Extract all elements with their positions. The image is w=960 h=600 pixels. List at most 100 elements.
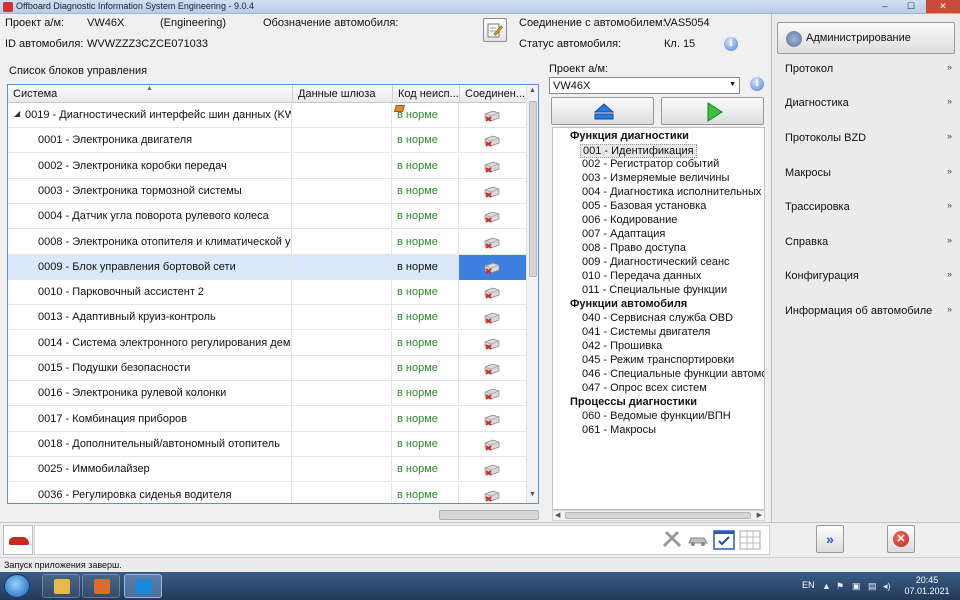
- menu-label: Трассировка: [785, 201, 850, 213]
- administration-button[interactable]: Администрирование: [777, 22, 955, 54]
- tree-item[interactable]: 005 - Базовая установка: [582, 200, 706, 212]
- tools-icon[interactable]: [660, 528, 684, 552]
- scroll-left-icon[interactable]: ◀: [555, 511, 560, 519]
- tree-item[interactable]: 042 - Прошивка: [582, 340, 662, 352]
- tree-item[interactable]: 045 - Режим транспортировки: [582, 354, 734, 366]
- grid-icon[interactable]: [738, 528, 762, 552]
- checklist-icon[interactable]: [712, 528, 736, 552]
- tree-horizontal-scrollbar[interactable]: ◀ ▶: [552, 510, 765, 521]
- taskbar-odis[interactable]: [124, 574, 162, 598]
- taskbar-explorer[interactable]: [42, 574, 80, 598]
- list-scrollbar[interactable]: ▲ ▼: [526, 85, 538, 503]
- tree-item[interactable]: 008 - Право доступа: [582, 242, 686, 254]
- tree-item[interactable]: 047 - Опрос всех систем: [582, 382, 707, 394]
- table-row[interactable]: 0013 - Адаптивный круиз-контроль в норме: [8, 305, 526, 331]
- table-row[interactable]: 0016 - Электроника рулевой колонки в норм…: [8, 381, 526, 407]
- start-button[interactable]: [4, 574, 30, 598]
- clock[interactable]: 20:45 07.01.2021: [900, 575, 954, 597]
- menu-diagnostics[interactable]: Диагностика »: [780, 95, 952, 113]
- tree-item[interactable]: 004 - Диагностика исполнительных ме: [582, 186, 764, 198]
- car-diagnosis-icon[interactable]: [686, 528, 710, 552]
- connection-error-icon: [484, 287, 500, 299]
- table-row[interactable]: 0009 - Блок управления бортовой сети в но…: [8, 254, 526, 280]
- table-row[interactable]: 0002 - Электроника коробки передач в норм…: [8, 153, 526, 179]
- status-bar: Запуск приложения заверш.: [0, 557, 960, 572]
- tray-expand-icon[interactable]: ▲: [822, 581, 831, 591]
- tree-item[interactable]: 010 - Передача данных: [582, 270, 701, 282]
- flag-icon[interactable]: ⚑: [836, 581, 844, 592]
- vehicle-tab[interactable]: [3, 525, 33, 555]
- maximize-button[interactable]: ☐: [898, 0, 924, 13]
- project-select[interactable]: VW46X ▼: [549, 77, 740, 94]
- tree-item[interactable]: 001 - Идентификация: [580, 144, 697, 158]
- fault-code-cell: в норме: [392, 305, 459, 331]
- scroll-down-icon[interactable]: ▼: [529, 491, 536, 498]
- scroll-thumb[interactable]: [529, 101, 537, 277]
- tree-item[interactable]: 006 - Кодирование: [582, 214, 677, 226]
- table-row[interactable]: 0014 - Система электронного регулировани…: [8, 330, 526, 356]
- menu-help[interactable]: Справка »: [780, 234, 952, 252]
- menu-configuration[interactable]: Конфигурация »: [780, 268, 952, 286]
- scroll-thumb[interactable]: [565, 512, 751, 519]
- tree-item[interactable]: 009 - Диагностический сеанс: [582, 256, 730, 268]
- fault-code-cell: в норме: [392, 153, 459, 179]
- gateway-data-cell: [292, 153, 392, 179]
- tree-item[interactable]: 007 - Адаптация: [582, 228, 665, 240]
- menu-vehicle-info[interactable]: Информация об автомобиле »: [780, 303, 952, 321]
- menu-bzd-protocols[interactable]: Протоколы BZD »: [780, 130, 952, 148]
- column-connection[interactable]: Соединен...: [460, 85, 526, 103]
- tree-item[interactable]: 060 - Ведомые функции/ВПН: [582, 410, 731, 422]
- table-row[interactable]: 0019 - Диагностический интерфейс шин дан…: [8, 103, 526, 128]
- table-row[interactable]: 0036 - Регулировка сиденья водителя в нор…: [8, 482, 526, 503]
- taskbar-media-player[interactable]: [82, 574, 120, 598]
- tree-item[interactable]: 046 - Специальные функции автомоб: [582, 368, 764, 380]
- forward-button[interactable]: »: [816, 525, 844, 553]
- table-row[interactable]: 0018 - Дополнительный/автономный отопите…: [8, 431, 526, 457]
- table-row[interactable]: 0025 - Иммобилайзер в норме: [8, 457, 526, 483]
- minimize-button[interactable]: –: [872, 0, 898, 13]
- tree-item[interactable]: 061 - Макросы: [582, 424, 656, 436]
- scroll-up-icon[interactable]: ▲: [529, 87, 536, 94]
- info-icon[interactable]: i: [750, 77, 764, 91]
- edit-designation-button[interactable]: [483, 18, 507, 42]
- table-row[interactable]: 0010 - Парковочный ассистент 2 в норме: [8, 280, 526, 306]
- eject-button[interactable]: [551, 97, 654, 125]
- menu-tracing[interactable]: Трассировка »: [780, 199, 952, 217]
- run-button[interactable]: [661, 97, 764, 125]
- system-cell: 0003 - Электроника тормозной системы: [8, 178, 292, 204]
- tree-group-title[interactable]: Функции автомобиля: [570, 298, 687, 310]
- tree-item[interactable]: 003 - Измеряемые величины: [582, 172, 729, 184]
- tree-group-title[interactable]: Функция диагностики: [570, 130, 689, 142]
- tree-item[interactable]: 011 - Специальные функции: [582, 284, 727, 296]
- menu-macros[interactable]: Макросы »: [780, 165, 952, 183]
- table-row[interactable]: 0008 - Электроника отопителя и климатиче…: [8, 229, 526, 255]
- table-row[interactable]: 0003 - Электроника тормозной системы в но…: [8, 178, 526, 204]
- volume-icon[interactable]: ◂): [883, 581, 891, 592]
- menu-protocol[interactable]: Протокол »: [780, 61, 952, 79]
- info-icon[interactable]: i: [724, 37, 738, 51]
- network-icon[interactable]: ▤: [868, 581, 877, 592]
- project-value: VW46X: [87, 17, 125, 29]
- exit-button[interactable]: ✕: [887, 525, 915, 553]
- system-cell: 0010 - Парковочный ассистент 2: [8, 280, 292, 306]
- table-row[interactable]: 0017 - Комбинация приборов в норме: [8, 406, 526, 432]
- tree-item[interactable]: 041 - Системы двигателя: [582, 326, 710, 338]
- close-window-button[interactable]: ✕: [926, 0, 960, 13]
- tray-app-icon[interactable]: ▣: [852, 581, 861, 592]
- column-gateway-data[interactable]: Данные шлюза: [293, 85, 393, 103]
- tree-item[interactable]: 002 - Регистратор событий: [582, 158, 719, 170]
- table-row[interactable]: 0004 - Датчик угла поворота рулевого кол…: [8, 204, 526, 230]
- list-horizontal-scrollbar[interactable]: [439, 510, 539, 520]
- tree-collapse-icon[interactable]: ◢: [14, 109, 20, 118]
- column-fault-code[interactable]: Код неисп...: [393, 85, 460, 103]
- tree-group-title[interactable]: Процессы диагностики: [570, 396, 697, 408]
- table-row[interactable]: 0015 - Подушки безопасности в норме: [8, 356, 526, 381]
- language-indicator[interactable]: EN: [802, 580, 815, 590]
- scroll-right-icon[interactable]: ▶: [757, 511, 762, 519]
- table-header: Система ▲ Данные шлюза Код неисп... Соед…: [8, 85, 526, 103]
- connection-cell: [459, 154, 526, 179]
- control-units-table: Система ▲ Данные шлюза Код неисп... Соед…: [7, 84, 539, 504]
- vehicle-status-value: Кл. 15: [664, 38, 696, 50]
- tree-item[interactable]: 040 - Сервисная служба OBD: [582, 312, 733, 324]
- table-row[interactable]: 0001 - Электроника двигателя в норме: [8, 128, 526, 154]
